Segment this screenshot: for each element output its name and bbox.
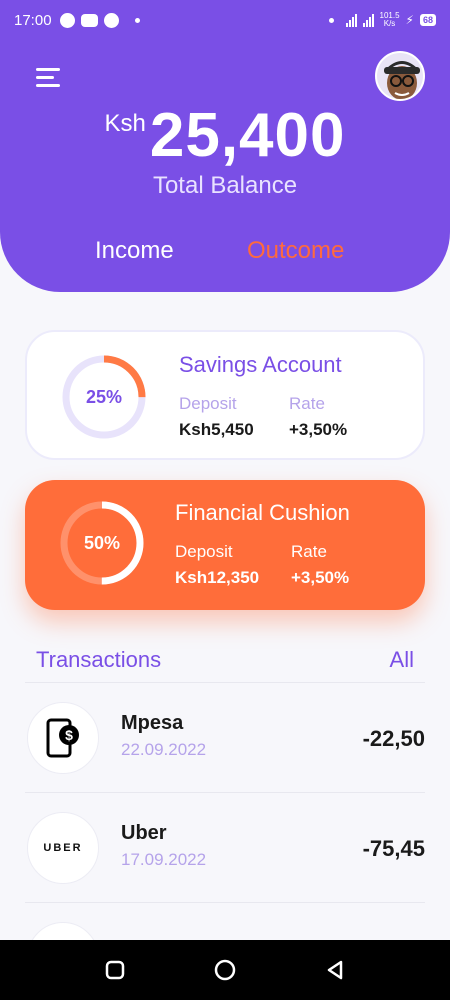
- transactions-title: Transactions: [36, 647, 162, 672]
- system-nav-bar: [0, 940, 450, 1000]
- balance-currency: Ksh: [104, 110, 146, 137]
- transactions-header: Transactions All: [36, 647, 414, 673]
- divider: [25, 682, 425, 683]
- avatar[interactable]: [375, 51, 425, 101]
- balance-amount: 25,400: [149, 101, 346, 170]
- status-time: 17:00: [14, 11, 52, 29]
- balance-header: Ksh25,400 Total Balance Income Outcome: [0, 40, 450, 292]
- transaction-date: 22.09.2022: [121, 740, 207, 759]
- transactions-all-link[interactable]: All: [390, 647, 414, 673]
- tab-income[interactable]: Income: [95, 237, 174, 265]
- battery-icon: 68: [419, 14, 436, 26]
- transaction-amount: -22,50: [362, 726, 425, 751]
- savings-rate-value: +3,50%: [289, 420, 348, 439]
- mobile-money-icon: $: [27, 702, 99, 774]
- savings-deposit-value: Ksh5,450: [179, 420, 254, 439]
- savings-rate-label: Rate: [289, 394, 325, 413]
- transaction-amount: -75,45: [362, 836, 425, 861]
- uber-logo: UBER: [27, 812, 99, 884]
- total-balance: Ksh25,400: [0, 100, 450, 171]
- cushion-percent: 50%: [83, 532, 121, 553]
- savings-percent: 25%: [85, 386, 123, 407]
- net-speed: 101.5 K/s: [380, 12, 400, 28]
- tab-outcome[interactable]: Outcome: [247, 237, 344, 265]
- cushion-rate-value: +3,50%: [291, 568, 350, 587]
- transaction-date: 17.09.2022: [121, 850, 207, 869]
- charging-icon: ⚡: [405, 13, 414, 27]
- transaction-name: Mpesa: [121, 712, 184, 734]
- cushion-progress-ring: 50%: [59, 500, 145, 586]
- balance-label: Total Balance: [152, 172, 298, 199]
- recent-apps-icon[interactable]: [103, 958, 127, 982]
- status-bar: 17:00 101.5 K/s ⚡ 68: [0, 0, 450, 40]
- cushion-title: Financial Cushion: [175, 500, 350, 525]
- savings-account-card[interactable]: 25% Savings Account Deposit Rate Ksh5,45…: [25, 330, 425, 460]
- savings-title: Savings Account: [179, 352, 342, 377]
- notification-icons: [59, 12, 140, 28]
- signal-icon-2: [362, 13, 374, 27]
- youtube-icon: [80, 13, 98, 27]
- home-icon[interactable]: [213, 958, 237, 982]
- savings-progress-ring: 25%: [61, 354, 147, 440]
- cushion-rate-label: Rate: [291, 542, 327, 561]
- back-icon[interactable]: [323, 958, 347, 982]
- svg-text:$: $: [65, 727, 73, 743]
- more-notifications-icon: [134, 17, 140, 23]
- uber-logo-text: UBER: [43, 842, 83, 854]
- reddit-icon: [103, 12, 119, 28]
- transaction-row[interactable]: $ Mpesa 22.09.2022 -22,50: [25, 702, 425, 792]
- menu-icon[interactable]: [36, 68, 62, 92]
- cushion-deposit-label: Deposit: [175, 542, 233, 561]
- financial-cushion-card[interactable]: 50% Financial Cushion Deposit Rate Ksh12…: [25, 480, 425, 610]
- whatsapp-icon: [59, 12, 75, 28]
- divider: [25, 902, 425, 903]
- signal-icon: [345, 13, 357, 27]
- transaction-name: Uber: [121, 822, 167, 844]
- transaction-row[interactable]: UBER Uber 17.09.2022 -75,45: [25, 812, 425, 902]
- dot-icon: [328, 17, 334, 23]
- cushion-deposit-value: Ksh12,350: [175, 568, 260, 587]
- savings-deposit-label: Deposit: [179, 394, 237, 413]
- avatar-image: [377, 53, 423, 99]
- net-speed-unit: K/s: [383, 19, 396, 28]
- divider: [25, 792, 425, 793]
